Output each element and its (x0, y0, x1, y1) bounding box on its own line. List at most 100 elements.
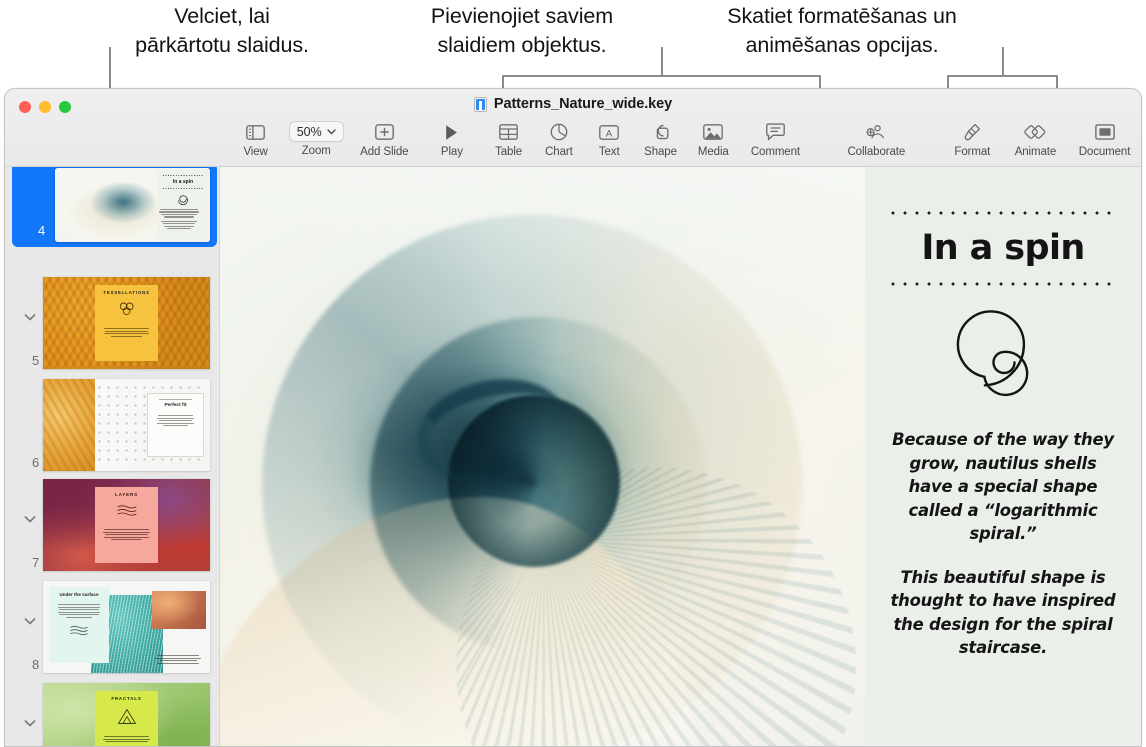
zoom-value: 50% (297, 125, 322, 139)
animate-diamonds-icon (1024, 119, 1046, 145)
toolbar-button-collaborate[interactable]: Collaborate (833, 115, 920, 158)
slide-body-text[interactable]: Because of the way they grow, nautilus s… (887, 428, 1119, 660)
slide-6-thumb-card: Perfect fit (147, 393, 204, 457)
slide-6-thumbnail[interactable]: Perfect fit (43, 379, 210, 471)
spiral-icon[interactable] (951, 310, 1055, 404)
chevron-down-icon-slide-7[interactable] (22, 511, 38, 527)
toolbar-label-collaborate: Collaborate (847, 146, 905, 158)
slide-6-thumb-honeycomb (43, 379, 95, 471)
toolbar-button-view[interactable]: View (227, 115, 284, 158)
toolbar-label-zoom: Zoom (302, 145, 331, 157)
slide-number-6: 6 (32, 455, 39, 470)
toolbar-label-table: Table (495, 146, 522, 158)
shapes-icon (651, 119, 670, 145)
slide-9-thumbnail[interactable]: FRACTALS (43, 683, 210, 746)
svg-text:A: A (606, 127, 613, 138)
chevron-down-icon-slide-9[interactable] (22, 715, 38, 731)
toolbar-label-document: Document (1079, 146, 1131, 158)
toolbar-button-shape[interactable]: Shape (634, 115, 686, 158)
slide-number-4: 4 (38, 223, 45, 238)
slide-4-thumb-textpanel: In a spin (158, 170, 208, 240)
slide-5-thumbnail[interactable]: TESSELLATIONS (43, 277, 210, 369)
slide-number-5: 5 (32, 353, 39, 368)
plus-box-icon (375, 119, 394, 145)
leader-stem-right (1002, 47, 1004, 76)
slide-7-thumbnail[interactable]: LAYERS (43, 479, 210, 571)
chevron-down-icon-slide-5[interactable] (22, 309, 38, 325)
slide-8-thumbnail[interactable]: Under the surface (43, 581, 210, 673)
slide-8-thumb-title: Under the surface (59, 592, 98, 598)
leader-bracket-right-leftend (947, 75, 949, 88)
keynote-window: Patterns_Nature_wide.key View (4, 88, 1142, 747)
toolbar-button-animate[interactable]: Animate (1003, 115, 1068, 158)
slide-5-thumb-title: TESSELLATIONS (103, 290, 149, 295)
window-title-group: Patterns_Nature_wide.key (5, 96, 1141, 112)
callout-add-objects: Pievienojiet saviem slaidiem objektus. (378, 2, 666, 60)
chevron-down-icon-slide-8[interactable] (22, 613, 38, 629)
slide-navigator[interactable]: 4 In a spin (5, 167, 220, 746)
document-rect-icon (1095, 119, 1115, 145)
toolbar-button-chart[interactable]: Chart (534, 115, 584, 158)
leader-bracket-right-top (947, 75, 1058, 77)
slide-7-thumb-card: LAYERS (95, 487, 158, 563)
pie-chart-icon (550, 119, 568, 145)
toolbar-button-zoom[interactable]: 50% Zoom (284, 115, 348, 157)
dotted-rule-bottom (887, 282, 1119, 286)
speech-bubble-icon (766, 119, 785, 145)
toolbar-button-comment[interactable]: Comment (740, 115, 811, 158)
toolbar-button-media[interactable]: Media (687, 115, 740, 158)
slide-paragraph-1: Because of the way they grow, nautilus s… (887, 428, 1119, 546)
play-triangle-icon (444, 119, 459, 145)
toolbar-label-add-slide: Add Slide (360, 146, 408, 158)
slide-text-column[interactable]: In a spin Because of the way they grow, … (865, 167, 1141, 746)
dotted-rule-top (887, 211, 1119, 215)
leader-bracket-right-rightend (1056, 75, 1058, 88)
toolbar-button-play[interactable]: Play (420, 115, 483, 158)
slide-paragraph-2: This beautiful shape is thought to have … (887, 566, 1119, 660)
toolbar-label-comment: Comment (751, 146, 800, 158)
screenshot-root: Velciet, lai pārkārtotu slaidus. Pievien… (0, 0, 1146, 747)
paintbrush-icon (963, 119, 981, 145)
toolbar-label-media: Media (698, 146, 729, 158)
slide-4-thumb-title: In a spin (158, 179, 208, 185)
slide-5-thumb-card: TESSELLATIONS (95, 285, 158, 361)
slide-canvas[interactable]: In a spin Because of the way they grow, … (220, 167, 1141, 746)
chevron-down-icon (327, 129, 336, 135)
slide-title[interactable]: In a spin (921, 228, 1084, 268)
window-title: Patterns_Nature_wide.key (494, 96, 672, 112)
nautilus-shell-photo[interactable] (220, 167, 865, 746)
window-titlebar: Patterns_Nature_wide.key View (5, 89, 1141, 167)
toolbar-label-shape: Shape (644, 146, 677, 158)
zoom-select[interactable]: 50% (289, 121, 344, 142)
slide-4-thumbnail[interactable]: In a spin (55, 168, 210, 242)
toolbar-label-text: Text (599, 146, 620, 158)
toolbar-button-table[interactable]: Table (483, 115, 533, 158)
toolbar-button-text[interactable]: A Text (584, 115, 634, 158)
window-body: 4 In a spin (5, 167, 1141, 746)
toolbar-button-document[interactable]: Document (1068, 115, 1141, 158)
toolbar-label-chart: Chart (545, 146, 573, 158)
collaborate-person-icon (866, 119, 886, 145)
leader-bracket-middle-top (502, 75, 821, 77)
toolbar-button-format[interactable]: Format (942, 115, 1003, 158)
toolbar-button-add-slide[interactable]: Add Slide (348, 115, 420, 158)
slide-number-8: 8 (32, 657, 39, 672)
leader-stem-middle (661, 47, 663, 76)
sidebar-icon (246, 119, 265, 145)
leader-bracket-middle-rightend (819, 75, 821, 88)
slide-8-thumb-canyon (152, 591, 206, 629)
slide-9-thumb-title: FRACTALS (111, 696, 141, 701)
slide-number-7: 7 (32, 555, 39, 570)
slide-8-thumb-card: Under the surface (49, 587, 109, 663)
toolbar-label-play: Play (441, 146, 463, 158)
photo-icon (703, 119, 723, 145)
slide-6-thumb-title: Perfect fit (164, 403, 186, 408)
callout-format-animate: Skatiet formatēšanas un animēšanas opcij… (672, 2, 1012, 60)
slide-9-thumb-card: FRACTALS (95, 691, 158, 746)
text-box-icon: A (599, 119, 619, 145)
leader-bracket-middle-leftend (502, 75, 504, 88)
toolbar-label-format: Format (954, 146, 990, 158)
toolbar: View 50% Zoom (5, 115, 1141, 167)
table-grid-icon (499, 119, 518, 145)
current-slide[interactable]: In a spin Because of the way they grow, … (220, 167, 1141, 746)
